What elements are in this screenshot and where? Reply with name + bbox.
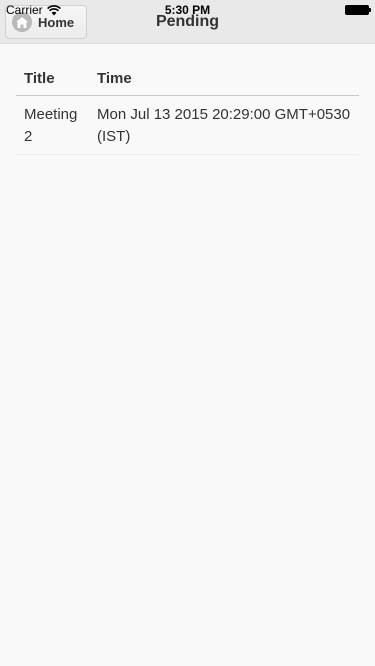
app-screen: Home Pending Carrier 5:30 PM Title Time: [0, 0, 375, 666]
table-row[interactable]: Meeting 2 Mon Jul 13 2015 20:29:00 GMT+0…: [16, 95, 359, 155]
pending-list: Title Time Meeting 2 Mon Jul 13 2015 20:…: [16, 56, 359, 155]
status-time: 5:30 PM: [164, 3, 211, 17]
status-bar: Carrier 5:30 PM: [0, 0, 375, 20]
row-title-cell: Meeting 2: [16, 95, 89, 155]
column-header-title: Title: [16, 56, 89, 96]
battery-icon: [345, 5, 371, 15]
table-header-row: Title Time: [16, 56, 359, 96]
row-time-cell: Mon Jul 13 2015 20:29:00 GMT+0530 (IST): [89, 95, 359, 155]
pending-table: Title Time Meeting 2 Mon Jul 13 2015 20:…: [16, 56, 359, 155]
column-header-time: Time: [89, 56, 359, 96]
